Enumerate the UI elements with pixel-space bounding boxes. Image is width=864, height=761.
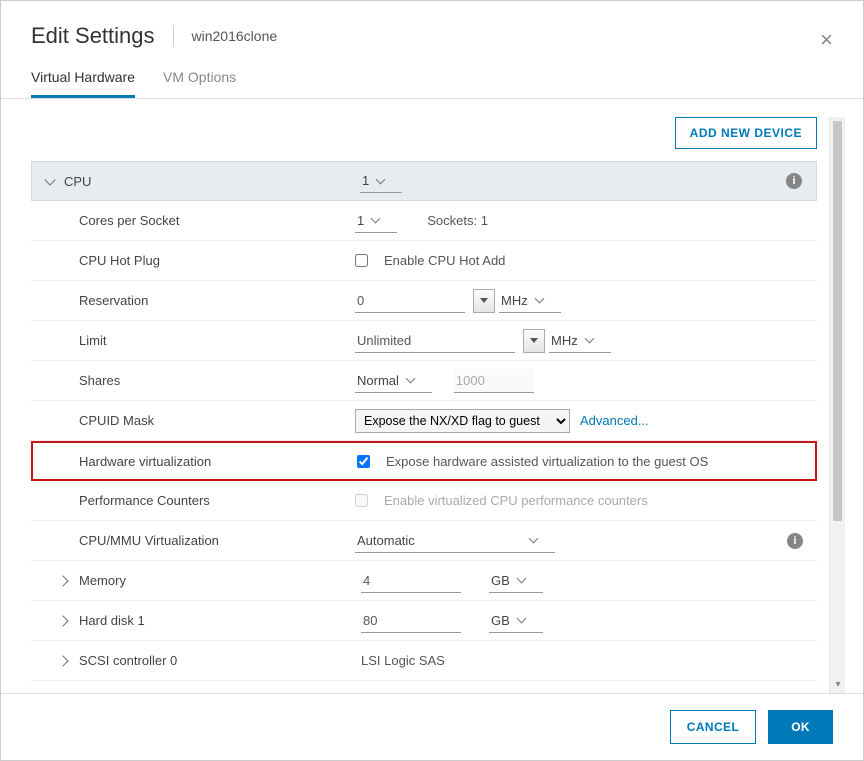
- hardware-virtualization-row: Hardware virtualization Expose hardware …: [31, 441, 817, 481]
- dialog-header: Edit Settings win2016clone ×: [1, 1, 863, 59]
- reservation-label: Reservation: [79, 293, 355, 308]
- cancel-button[interactable]: CANCEL: [670, 710, 756, 744]
- close-icon[interactable]: ×: [820, 29, 833, 51]
- scrollbar[interactable]: ▾: [829, 117, 845, 693]
- vm-name: win2016clone: [192, 28, 278, 44]
- reservation-unit-select[interactable]: MHz: [499, 289, 561, 313]
- header-divider: [173, 25, 174, 47]
- caret-icon: [405, 374, 415, 384]
- scsi-controller-row[interactable]: SCSI controller 0 LSI Logic SAS: [31, 641, 817, 681]
- dialog-footer: CANCEL OK: [1, 693, 863, 760]
- shares-label: Shares: [79, 373, 355, 388]
- add-new-device-button[interactable]: ADD NEW DEVICE: [675, 117, 817, 149]
- chevron-right-icon: [57, 615, 68, 626]
- hotplug-label: CPU Hot Plug: [79, 253, 355, 268]
- limit-unit-select[interactable]: MHz: [549, 329, 611, 353]
- cores-label: Cores per Socket: [79, 213, 355, 228]
- memory-input[interactable]: [361, 569, 461, 593]
- cores-per-socket-row: Cores per Socket 1 Sockets: 1: [31, 201, 817, 241]
- content-panel: ADD NEW DEVICE CPU 1 i Cores per Socket …: [31, 117, 829, 693]
- memory-label: Memory: [79, 573, 361, 588]
- caret-icon: [376, 174, 386, 184]
- limit-dropdown-button[interactable]: [523, 329, 545, 353]
- cpu-section-header[interactable]: CPU 1 i: [31, 161, 817, 201]
- memory-row[interactable]: Memory GB: [31, 561, 817, 601]
- caret-icon: [371, 214, 381, 224]
- cpuid-select[interactable]: Expose the NX/XD flag to guest: [355, 409, 570, 433]
- tab-virtual-hardware[interactable]: Virtual Hardware: [31, 59, 135, 98]
- shares-row: Shares Normal: [31, 361, 817, 401]
- hard-disk-row[interactable]: Hard disk 1 GB: [31, 601, 817, 641]
- tab-vm-options[interactable]: VM Options: [163, 59, 236, 98]
- ok-button[interactable]: OK: [768, 710, 833, 744]
- dialog-title: Edit Settings: [31, 23, 155, 49]
- cpuid-label: CPUID Mask: [79, 413, 355, 428]
- info-icon[interactable]: i: [786, 173, 802, 189]
- caret-icon: [584, 334, 594, 344]
- info-icon[interactable]: i: [787, 533, 803, 549]
- hwvirt-label: Hardware virtualization: [79, 454, 357, 469]
- scsi-value: LSI Logic SAS: [361, 653, 445, 668]
- perf-checkbox: [355, 494, 368, 507]
- chevron-right-icon: [57, 575, 68, 586]
- mmu-select[interactable]: Automatic: [355, 529, 555, 553]
- caret-icon: [516, 574, 526, 584]
- limit-row: Limit MHz: [31, 321, 817, 361]
- mmu-label: CPU/MMU Virtualization: [79, 533, 355, 548]
- scsi-label: SCSI controller 0: [79, 653, 361, 668]
- edit-settings-dialog: Edit Settings win2016clone × Virtual Har…: [0, 0, 864, 761]
- cpu-mmu-row: CPU/MMU Virtualization Automatic i: [31, 521, 817, 561]
- network-adapter-row[interactable]: Network adapter 1 VSS-Servers Connect...: [31, 681, 817, 693]
- shares-value-input[interactable]: [454, 369, 534, 393]
- hwvirt-checkbox[interactable]: [357, 455, 370, 468]
- hotplug-checkbox[interactable]: [355, 254, 368, 267]
- caret-icon: [516, 614, 526, 624]
- perf-text: Enable virtualized CPU performance count…: [384, 493, 648, 508]
- caret-icon: [534, 294, 544, 304]
- perf-label: Performance Counters: [79, 493, 355, 508]
- disk-unit-select[interactable]: GB: [489, 609, 543, 633]
- reservation-row: Reservation MHz: [31, 281, 817, 321]
- cores-select[interactable]: 1: [355, 209, 397, 233]
- reservation-input[interactable]: [355, 289, 465, 313]
- cpu-label: CPU: [64, 174, 360, 189]
- chevron-down-icon: [44, 174, 55, 185]
- dialog-body: ADD NEW DEVICE CPU 1 i Cores per Socket …: [1, 99, 863, 693]
- caret-icon: [529, 534, 539, 544]
- add-device-row: ADD NEW DEVICE: [31, 117, 817, 161]
- memory-unit-select[interactable]: GB: [489, 569, 543, 593]
- chevron-right-icon: [57, 655, 68, 666]
- cpu-count-select[interactable]: 1: [360, 169, 402, 193]
- cpu-hot-plug-row: CPU Hot Plug Enable CPU Hot Add: [31, 241, 817, 281]
- performance-counters-row: Performance Counters Enable virtualized …: [31, 481, 817, 521]
- scroll-thumb[interactable]: [833, 121, 842, 521]
- tab-bar: Virtual Hardware VM Options: [1, 59, 863, 99]
- cpuid-advanced-link[interactable]: Advanced...: [580, 413, 649, 428]
- disk-label: Hard disk 1: [79, 613, 361, 628]
- shares-select[interactable]: Normal: [355, 369, 432, 393]
- scroll-down-icon[interactable]: ▾: [832, 679, 844, 691]
- disk-input[interactable]: [361, 609, 461, 633]
- cpuid-mask-row: CPUID Mask Expose the NX/XD flag to gues…: [31, 401, 817, 441]
- reservation-dropdown-button[interactable]: [473, 289, 495, 313]
- network-select[interactable]: VSS-Servers: [361, 689, 471, 693]
- hwvirt-text: Expose hardware assisted virtualization …: [386, 454, 708, 469]
- limit-input[interactable]: [355, 329, 515, 353]
- limit-label: Limit: [79, 333, 355, 348]
- hotplug-text: Enable CPU Hot Add: [384, 253, 505, 268]
- sockets-text: Sockets: 1: [427, 213, 488, 228]
